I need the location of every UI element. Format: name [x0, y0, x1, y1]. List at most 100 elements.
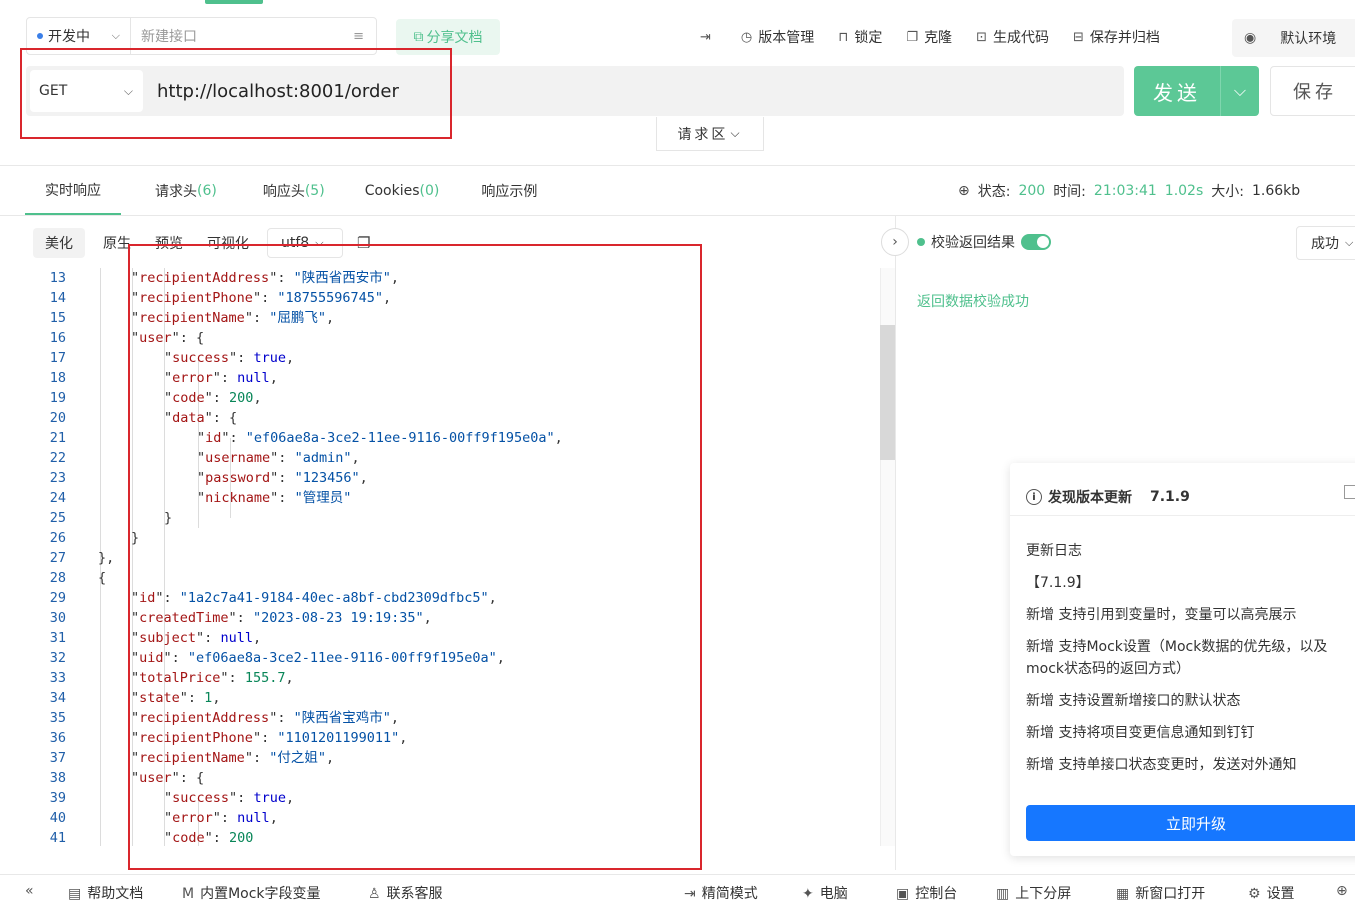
verify-result-toggle-row: 校验返回结果 — [917, 228, 1051, 256]
computer-button[interactable]: ✦ 电脑 — [802, 883, 848, 903]
tab-response-headers[interactable]: 响应头 (5) — [237, 166, 345, 215]
upgrade-now-button[interactable]: 立即升级 — [1026, 805, 1355, 841]
line-number: 26 — [49, 530, 66, 546]
request-zone-label: 请求区 — [677, 126, 729, 143]
toolbar-label: 锁定 — [854, 30, 883, 46]
toolbar-label: 保存并归档 — [1089, 30, 1160, 46]
save-label: 保存 — [1293, 82, 1337, 103]
line-number: 28 — [49, 570, 66, 586]
divider — [0, 215, 1355, 216]
tab-response-example[interactable]: 响应示例 — [459, 166, 557, 215]
description-icon[interactable]: ≡ — [353, 29, 364, 44]
mock-variables-button[interactable]: M 内置Mock字段变量 — [182, 883, 321, 903]
line-number: 37 — [49, 750, 66, 766]
split-icon: ▥ — [996, 886, 1010, 902]
more-icon: ⊕ — [1336, 883, 1348, 899]
tab-request-headers[interactable]: 请求头 (6) — [121, 166, 237, 215]
verify-result-select[interactable]: 成功 ⌵ — [1296, 226, 1355, 260]
expand-panel-button[interactable]: › — [881, 228, 909, 256]
copy-icon: ❐ — [906, 29, 919, 45]
line-number: 22 — [49, 450, 66, 466]
json-value: }, — [98, 550, 115, 566]
new-window-button[interactable]: ▦ 新窗口打开 — [1116, 883, 1205, 903]
json-value: { — [98, 570, 107, 586]
tab-label: 响应示例 — [481, 183, 538, 200]
compact-mode-button[interactable]: ⇥ 精简模式 — [684, 883, 758, 903]
split-view-button[interactable]: ▥ 上下分屏 — [996, 883, 1071, 903]
code-text: { — [98, 568, 106, 588]
status-dot — [37, 33, 43, 39]
console-button[interactable]: ▣ 控制台 — [896, 883, 957, 903]
bug-icon: ✦ — [802, 886, 814, 902]
save-button[interactable]: 保存 — [1270, 66, 1355, 116]
settings-button[interactable]: ⚙ 设置 — [1248, 883, 1295, 903]
line-number: 35 — [49, 710, 66, 726]
response-status-line: ⊕ 状态: 200 时间: 21:03:41 1.02s 大小: 1.66kb — [958, 166, 1300, 215]
version-manage-button[interactable]: ◷ 版本管理 — [741, 27, 814, 47]
close-icon[interactable] — [1344, 485, 1355, 499]
environment-select[interactable]: ◉ 默认环境 — [1232, 19, 1355, 57]
tab-beautify[interactable]: 美化 — [33, 228, 85, 258]
line-number: 34 — [49, 690, 66, 706]
chevron-down-icon[interactable]: ⌵ — [1221, 81, 1259, 101]
update-header: i 发现版本更新 7.1.9 — [1026, 487, 1190, 507]
size-label: 大小: — [1211, 183, 1244, 200]
globe-icon: ⊕ — [958, 182, 970, 199]
verify-label: 校验返回结果 — [931, 235, 1015, 251]
line-number: 32 — [49, 650, 66, 666]
bottom-label: 内置Mock字段变量 — [200, 886, 321, 902]
send-button[interactable]: 发送 ⌵ — [1134, 66, 1259, 116]
clone-button[interactable]: ❐ 克隆 — [906, 27, 952, 47]
time-label: 时间: — [1053, 183, 1086, 200]
verify-result-label: 成功 — [1311, 236, 1339, 252]
tab-count: (0) — [419, 182, 440, 199]
toolbar-label: 版本管理 — [758, 30, 815, 46]
line-number: 17 — [49, 350, 66, 366]
line-number: 14 — [49, 290, 66, 306]
mock-icon: M — [182, 886, 195, 902]
update-version-tag: 【7.1.9】 — [1026, 575, 1090, 591]
tab-cookies[interactable]: Cookies (0) — [345, 166, 460, 215]
send-label: 发送 — [1153, 80, 1201, 105]
line-number: 33 — [49, 670, 66, 686]
toolbar-indent[interactable]: ⇥ — [700, 30, 717, 45]
more-button[interactable]: ⊕ — [1336, 883, 1354, 899]
line-number: 13 — [49, 270, 66, 286]
status-dot — [917, 238, 925, 246]
status-code: 200 — [1018, 182, 1046, 199]
update-notification: i 发现版本更新 7.1.9 更新日志 【7.1.9】 新增 支持引用到变量时，… — [1010, 463, 1355, 856]
chevron-down-icon: ⌵ — [730, 126, 743, 140]
code-icon: ⊡ — [976, 29, 987, 45]
verify-toggle[interactable] — [1021, 234, 1051, 250]
update-item: 新增 支持单接口状态变更时，发送对外通知 — [1026, 757, 1297, 773]
eye-icon[interactable]: ◉ — [1244, 30, 1256, 46]
share-label: 分享文档 — [426, 30, 483, 46]
tab-count: (5) — [304, 182, 325, 199]
tab-realtime-response[interactable]: 实时响应 — [25, 166, 121, 215]
line-number: 25 — [49, 510, 66, 526]
line-number: 36 — [49, 730, 66, 746]
toolbar-label: 生成代码 — [992, 30, 1049, 46]
bottom-label: 帮助文档 — [87, 886, 144, 902]
lock-button[interactable]: ⊓ 锁定 — [838, 27, 882, 47]
tab-label: 请求头 — [155, 183, 197, 200]
scrollbar-thumb[interactable] — [880, 325, 895, 460]
generate-code-button[interactable]: ⊡ 生成代码 — [976, 27, 1049, 47]
active-tab-indicator — [205, 0, 263, 4]
window-icon: ▦ — [1116, 886, 1130, 902]
update-item: 新增 支持引用到变量时，变量可以高亮展示 — [1026, 607, 1297, 623]
update-version: 7.1.9 — [1150, 489, 1190, 505]
request-zone-toggle[interactable]: 请求区 ⌵ — [656, 117, 764, 151]
api-name-input[interactable]: 新建接口 ≡ — [131, 26, 376, 46]
help-icon: ▤ — [68, 886, 82, 902]
help-docs-button[interactable]: ▤ 帮助文档 — [68, 883, 143, 903]
chevron-down-icon: ⌵ — [111, 29, 120, 42]
line-number: 40 — [49, 810, 66, 826]
bottom-label: 设置 — [1266, 886, 1295, 902]
line-number: 21 — [49, 430, 66, 446]
line-number: 39 — [49, 790, 66, 806]
lock-icon: ⊓ — [838, 29, 849, 45]
collapse-sidebar-button[interactable]: « — [25, 883, 40, 899]
contact-support-button[interactable]: ♙ 联系客服 — [368, 883, 443, 903]
save-archive-button[interactable]: ⊟ 保存并归档 — [1073, 27, 1160, 47]
